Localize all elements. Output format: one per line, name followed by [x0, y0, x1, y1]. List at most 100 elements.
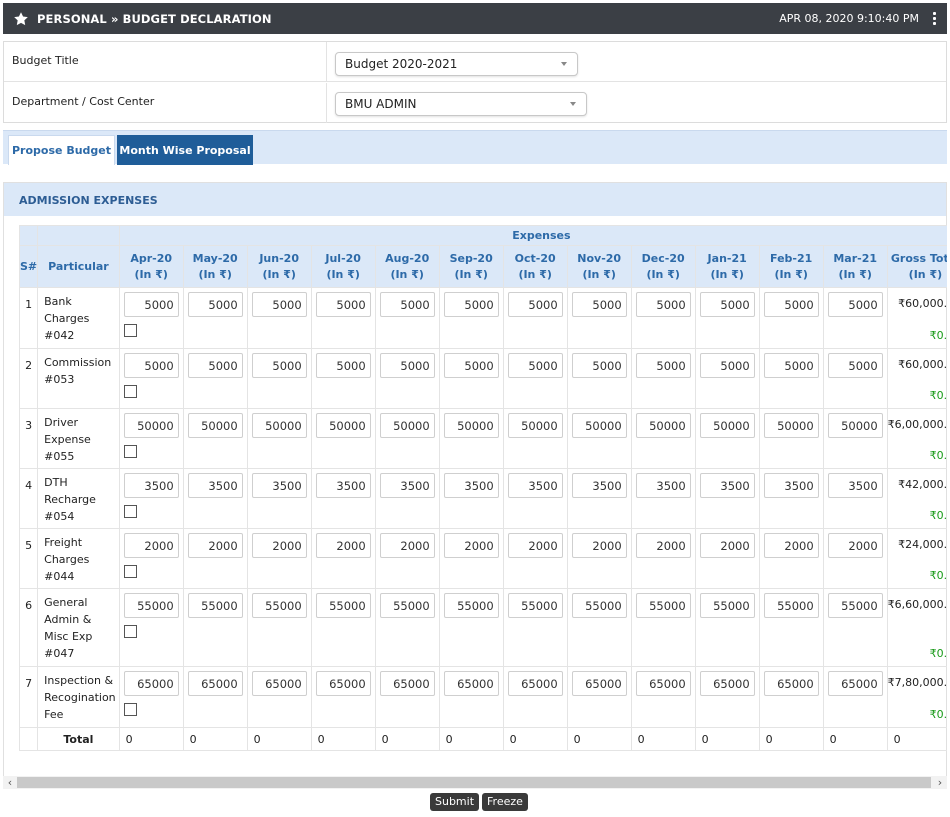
amount-input-oct-20[interactable]: 5000	[507, 353, 563, 378]
amount-input-mar-21[interactable]: 2000	[827, 533, 883, 558]
amount-input-nov-20[interactable]: 5000	[571, 353, 627, 378]
amount-input-mar-21[interactable]: 65000	[827, 671, 883, 696]
row-checkbox[interactable]	[123, 625, 137, 638]
amount-input-dec-20[interactable]: 3500	[635, 473, 691, 498]
amount-input-nov-20[interactable]: 2000	[571, 533, 627, 558]
amount-input-nov-20[interactable]: 5000	[571, 292, 627, 317]
amount-input-aug-20[interactable]: 5000	[379, 292, 435, 317]
amount-input-sep-20[interactable]: 50000	[443, 413, 499, 438]
submit-button[interactable]: Submit	[430, 793, 480, 811]
amount-input-aug-20[interactable]: 50000	[379, 413, 435, 438]
amount-input-jun-20[interactable]: 5000	[251, 353, 307, 378]
amount-input-dec-20[interactable]: 5000	[635, 292, 691, 317]
amount-input-feb-21[interactable]: 5000	[763, 353, 819, 378]
amount-input-mar-21[interactable]: 5000	[827, 292, 883, 317]
amount-input-apr-20[interactable]: 5000	[123, 292, 179, 317]
amount-input-oct-20[interactable]: 2000	[507, 533, 563, 558]
amount-input-dec-20[interactable]: 50000	[635, 413, 691, 438]
amount-input-jun-20[interactable]: 65000	[251, 671, 307, 696]
row-checkbox[interactable]	[123, 385, 137, 398]
amount-input-feb-21[interactable]: 3500	[763, 473, 819, 498]
amount-input-may-20[interactable]: 5000	[187, 292, 243, 317]
amount-input-dec-20[interactable]: 55000	[635, 593, 691, 618]
tab-month-wise-proposal[interactable]: Month Wise Proposal	[117, 135, 253, 165]
amount-input-jun-20[interactable]: 3500	[251, 473, 307, 498]
amount-input-jun-20[interactable]: 55000	[251, 593, 307, 618]
horizontal-scrollbar[interactable]: ‹ ›	[3, 776, 947, 789]
amount-input-feb-21[interactable]: 2000	[763, 533, 819, 558]
amount-input-sep-20[interactable]: 65000	[443, 671, 499, 696]
amount-input-feb-21[interactable]: 50000	[763, 413, 819, 438]
amount-input-jul-20[interactable]: 55000	[315, 593, 371, 618]
amount-input-aug-20[interactable]: 55000	[379, 593, 435, 618]
amount-input-sep-20[interactable]: 3500	[443, 473, 499, 498]
amount-input-aug-20[interactable]: 65000	[379, 671, 435, 696]
amount-input-sep-20[interactable]: 55000	[443, 593, 499, 618]
amount-input-feb-21[interactable]: 55000	[763, 593, 819, 618]
row-checkbox[interactable]	[123, 703, 137, 716]
amount-input-nov-20[interactable]: 50000	[571, 413, 627, 438]
amount-input-jan-21[interactable]: 50000	[699, 413, 755, 438]
amount-input-nov-20[interactable]: 65000	[571, 671, 627, 696]
amount-input-dec-20[interactable]: 2000	[635, 533, 691, 558]
amount-input-mar-21[interactable]: 3500	[827, 473, 883, 498]
amount-input-apr-20[interactable]: 55000	[123, 593, 179, 618]
amount-input-jun-20[interactable]: 2000	[251, 533, 307, 558]
amount-input-mar-21[interactable]: 5000	[827, 353, 883, 378]
amount-input-mar-21[interactable]: 55000	[827, 593, 883, 618]
amount-input-apr-20[interactable]: 65000	[123, 671, 179, 696]
amount-input-may-20[interactable]: 50000	[187, 413, 243, 438]
amount-input-aug-20[interactable]: 2000	[379, 533, 435, 558]
amount-input-sep-20[interactable]: 5000	[443, 353, 499, 378]
amount-input-sep-20[interactable]: 5000	[443, 292, 499, 317]
amount-input-jul-20[interactable]: 3500	[315, 473, 371, 498]
amount-input-jul-20[interactable]: 5000	[315, 292, 371, 317]
amount-input-feb-21[interactable]: 65000	[763, 671, 819, 696]
amount-input-oct-20[interactable]: 3500	[507, 473, 563, 498]
amount-input-jan-21[interactable]: 2000	[699, 533, 755, 558]
scroll-right-icon[interactable]: ›	[933, 776, 947, 789]
amount-input-may-20[interactable]: 55000	[187, 593, 243, 618]
row-checkbox[interactable]	[123, 445, 137, 458]
budget-title-select[interactable]: Budget 2020-2021	[335, 52, 578, 76]
amount-input-jan-21[interactable]: 65000	[699, 671, 755, 696]
amount-input-feb-21[interactable]: 5000	[763, 292, 819, 317]
row-checkbox[interactable]	[123, 324, 137, 337]
tab-propose-budget[interactable]: Propose Budget	[8, 135, 115, 165]
amount-input-may-20[interactable]: 3500	[187, 473, 243, 498]
amount-input-jun-20[interactable]: 5000	[251, 292, 307, 317]
amount-input-may-20[interactable]: 5000	[187, 353, 243, 378]
amount-input-jan-21[interactable]: 3500	[699, 473, 755, 498]
amount-input-nov-20[interactable]: 3500	[571, 473, 627, 498]
amount-input-may-20[interactable]: 2000	[187, 533, 243, 558]
amount-input-oct-20[interactable]: 55000	[507, 593, 563, 618]
amount-input-apr-20[interactable]: 5000	[123, 353, 179, 378]
department-select[interactable]: BMU ADMIN	[335, 92, 587, 116]
kebab-menu-icon[interactable]	[927, 9, 941, 29]
amount-input-apr-20[interactable]: 3500	[123, 473, 179, 498]
scroll-left-icon[interactable]: ‹	[3, 776, 17, 789]
amount-input-may-20[interactable]: 65000	[187, 671, 243, 696]
amount-input-oct-20[interactable]: 5000	[507, 292, 563, 317]
amount-input-jan-21[interactable]: 5000	[699, 353, 755, 378]
amount-input-dec-20[interactable]: 5000	[635, 353, 691, 378]
amount-input-nov-20[interactable]: 55000	[571, 593, 627, 618]
amount-input-sep-20[interactable]: 2000	[443, 533, 499, 558]
amount-input-aug-20[interactable]: 3500	[379, 473, 435, 498]
amount-input-dec-20[interactable]: 65000	[635, 671, 691, 696]
scrollbar-thumb[interactable]	[17, 777, 931, 788]
amount-input-apr-20[interactable]: 50000	[123, 413, 179, 438]
amount-input-jul-20[interactable]: 5000	[315, 353, 371, 378]
amount-input-apr-20[interactable]: 2000	[123, 533, 179, 558]
amount-input-mar-21[interactable]: 50000	[827, 413, 883, 438]
amount-input-jan-21[interactable]: 55000	[699, 593, 755, 618]
amount-input-jul-20[interactable]: 65000	[315, 671, 371, 696]
amount-input-jul-20[interactable]: 50000	[315, 413, 371, 438]
amount-input-oct-20[interactable]: 65000	[507, 671, 563, 696]
row-checkbox[interactable]	[123, 565, 137, 578]
amount-input-oct-20[interactable]: 50000	[507, 413, 563, 438]
amount-input-jul-20[interactable]: 2000	[315, 533, 371, 558]
amount-input-jun-20[interactable]: 50000	[251, 413, 307, 438]
freeze-button[interactable]: Freeze	[482, 793, 528, 811]
amount-input-aug-20[interactable]: 5000	[379, 353, 435, 378]
